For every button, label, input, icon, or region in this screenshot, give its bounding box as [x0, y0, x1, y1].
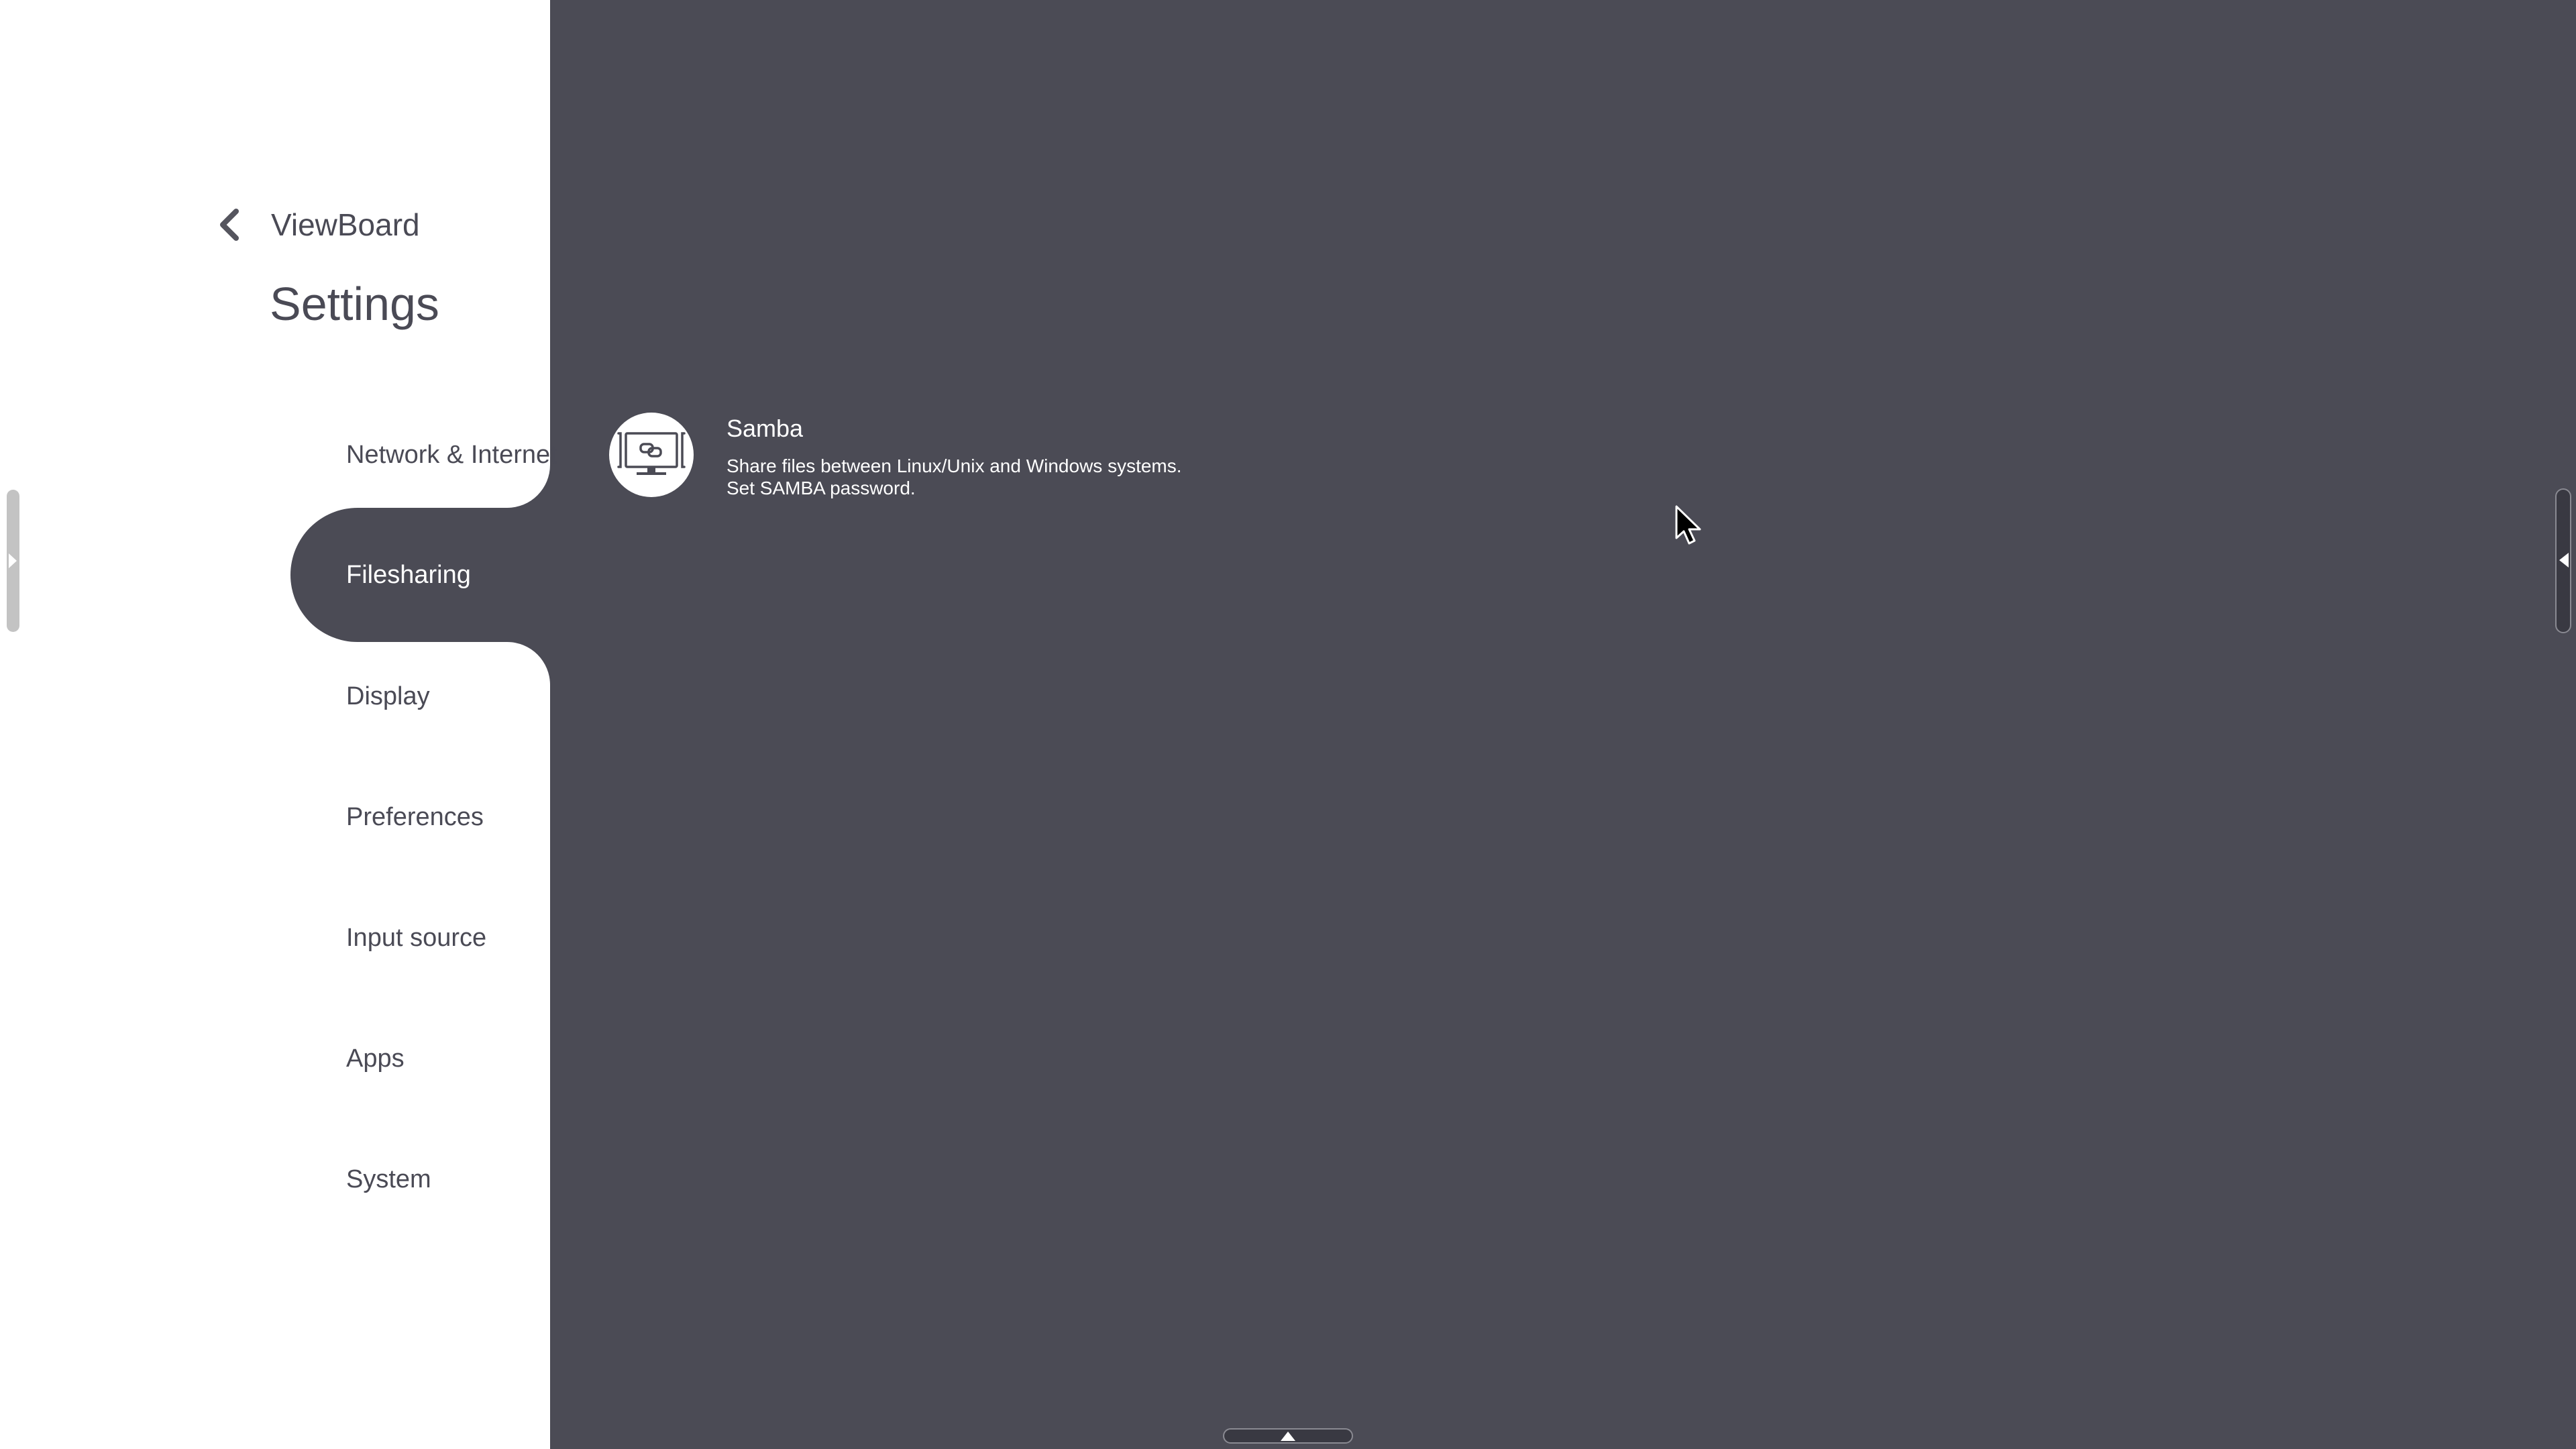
bottom-edge-handle[interactable]: [1223, 1428, 1353, 1444]
arrow-up-icon: [1281, 1432, 1295, 1441]
samba-monitor-link-icon: [617, 432, 686, 475]
samba-icon-badge: [609, 413, 694, 497]
sidebar-item-display[interactable]: Display: [346, 663, 547, 730]
arrow-left-icon: [2559, 553, 2569, 568]
sidebar-item-system[interactable]: System: [346, 1146, 547, 1213]
mouse-pointer-icon: [1675, 505, 1701, 545]
chevron-left-icon: [220, 209, 239, 241]
samba-title: Samba: [727, 415, 804, 442]
samba-description: Share files between Linux/Unix and Windo…: [727, 455, 1182, 499]
sidebar-item-input-source[interactable]: Input source: [346, 904, 547, 971]
settings-sidebar: ViewBoard Settings Network & Internet Fi…: [0, 0, 572, 1449]
back-button[interactable]: [209, 201, 250, 248]
left-edge-handle[interactable]: [7, 490, 19, 632]
sidebar-item-filesharing[interactable]: Filesharing: [346, 541, 547, 608]
arrow-right-icon: [9, 553, 17, 568]
sidebar-item-apps[interactable]: Apps: [346, 1025, 547, 1092]
samba-description-line: Set SAMBA password.: [727, 478, 916, 498]
page-title: Settings: [270, 278, 439, 330]
sidebar-item-network-internet[interactable]: Network & Internet: [346, 421, 557, 488]
right-edge-handle[interactable]: [2555, 488, 2571, 633]
back-label[interactable]: ViewBoard: [271, 205, 420, 245]
sidebar-item-preferences[interactable]: Preferences: [346, 784, 547, 851]
samba-description-line: Share files between Linux/Unix and Windo…: [727, 455, 1182, 476]
samba-setting-item[interactable]: Samba Share files between Linux/Unix and…: [604, 402, 1275, 510]
settings-screen: ViewBoard Settings Network & Internet Fi…: [0, 0, 2576, 1449]
